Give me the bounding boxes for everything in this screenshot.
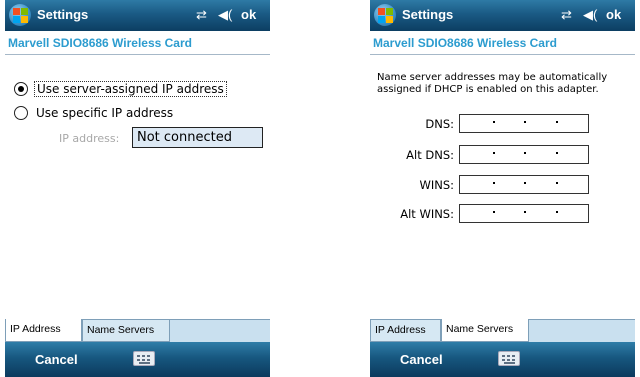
wins-label: WINS: — [419, 178, 454, 192]
tab-name-servers[interactable]: Name Servers — [82, 320, 170, 342]
tab-strip: IP Address Name Servers — [370, 319, 635, 342]
app-title: Settings — [37, 7, 89, 22]
title-bar: Settings ⇄ ◀( ok — [370, 0, 635, 31]
cancel-button[interactable]: Cancel — [400, 352, 443, 367]
ip-address-field: Not connected — [132, 127, 263, 148]
adapter-header: Marvell SDIO8686 Wireless Card — [370, 31, 635, 55]
dns-field[interactable] — [459, 114, 589, 133]
title-bar: Settings ⇄ ◀( ok — [5, 0, 270, 31]
radio-button[interactable] — [14, 106, 28, 120]
adapter-header: Marvell SDIO8686 Wireless Card — [5, 31, 270, 55]
settings-screen-ip-address: Settings ⇄ ◀( ok Marvell SDIO8686 Wirele… — [5, 0, 270, 377]
tab-ip-address[interactable]: IP Address — [5, 319, 82, 342]
ok-button[interactable]: ok — [606, 7, 621, 22]
tab-strip: IP Address Name Servers — [5, 319, 270, 342]
ok-button[interactable]: ok — [241, 7, 256, 22]
speaker-icon[interactable]: ◀( — [218, 6, 236, 24]
alt-wins-field[interactable] — [459, 204, 589, 223]
menu-bar: Cancel — [370, 342, 635, 377]
speaker-icon[interactable]: ◀( — [583, 6, 601, 24]
settings-screen-name-servers: Settings ⇄ ◀( ok Marvell SDIO8686 Wirele… — [370, 0, 635, 377]
tab-ip-address[interactable]: IP Address — [370, 320, 441, 342]
dns-label: DNS: — [425, 117, 454, 131]
specific-ip-option[interactable]: Use specific IP address — [14, 103, 175, 123]
app-title: Settings — [402, 7, 454, 22]
connectivity-icon[interactable]: ⇄ — [561, 6, 579, 24]
keyboard-icon[interactable] — [133, 351, 155, 366]
radio-button-selected[interactable] — [14, 82, 28, 96]
alt-dns-label: Alt DNS: — [406, 148, 454, 162]
keyboard-icon[interactable] — [498, 351, 520, 366]
windows-flag-icon[interactable] — [9, 4, 31, 26]
tab-name-servers[interactable]: Name Servers — [441, 319, 529, 342]
server-assigned-ip-label[interactable]: Use server-assigned IP address — [34, 81, 227, 97]
ip-address-label: IP address: — [59, 132, 120, 145]
menu-bar: Cancel — [5, 342, 270, 377]
server-assigned-ip-option[interactable]: Use server-assigned IP address — [14, 79, 227, 99]
connectivity-icon[interactable]: ⇄ — [196, 6, 214, 24]
wins-field[interactable] — [459, 175, 589, 194]
windows-flag-icon[interactable] — [374, 4, 396, 26]
specific-ip-label[interactable]: Use specific IP address — [34, 106, 175, 120]
cancel-button[interactable]: Cancel — [35, 352, 78, 367]
name-server-info-text: Name server addresses may be automatical… — [377, 72, 608, 95]
alt-dns-field[interactable] — [459, 145, 589, 164]
alt-wins-label: Alt WINS: — [400, 207, 454, 221]
